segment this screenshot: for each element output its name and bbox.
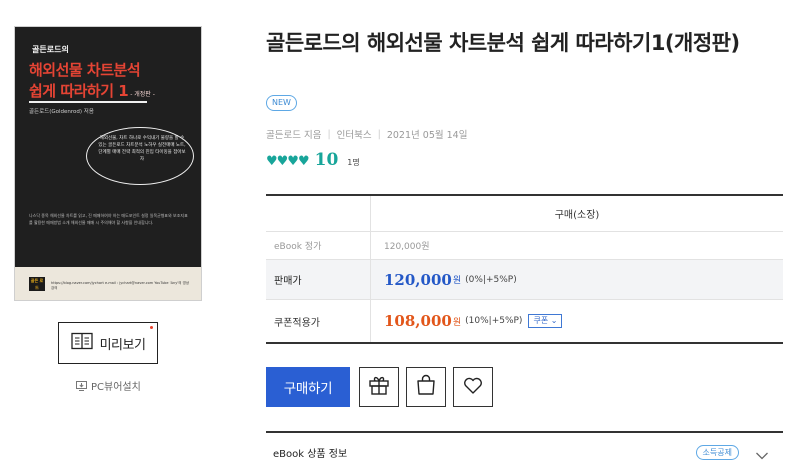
rating-score: 10 xyxy=(314,150,339,170)
publish-date: 2021년 05월 14일 xyxy=(386,130,468,141)
gift-button[interactable] xyxy=(359,367,399,407)
chevron-down-icon xyxy=(755,446,769,465)
ebook-info-label: eBook 상품 정보 xyxy=(273,449,348,460)
ebook-price-value: 120,000원 xyxy=(370,232,783,259)
coupon-button[interactable]: 쿠폰 ⌄ xyxy=(528,314,563,328)
coupon-price-value: 108,000 xyxy=(384,312,452,330)
cover-series-label: 골든로드의 xyxy=(32,45,69,54)
meta-separator: | xyxy=(327,128,331,140)
coupon-price-unit: 원 xyxy=(452,317,462,328)
heart-rating-icons: ♥♥♥♥ xyxy=(266,154,310,169)
chevron-down-icon: ⌄ xyxy=(550,316,558,325)
price-table: 구매(소장) eBook 정가 120,000원 판매가 120,000 원 (… xyxy=(266,194,783,344)
coupon-price-label: 쿠폰적용가 xyxy=(274,317,320,329)
sale-price-row: 판매가 120,000 원 (0%|+5%P) xyxy=(266,260,783,300)
shopping-bag-icon xyxy=(414,373,438,401)
product-meta: 골든로드 지음 | 인터북스 | 2021년 05월 14일 xyxy=(266,127,468,142)
cover-title-line1: 해외선물 차트분석 xyxy=(29,61,141,79)
gift-icon xyxy=(367,373,391,401)
cover-underline xyxy=(29,101,147,103)
cover-bubble-text: 해외선물, 차트 하나로 수익내기 물량을 할 수 있는 골든로드 차트분석 노… xyxy=(98,136,186,162)
wishlist-button[interactable] xyxy=(453,367,493,407)
review-count: 1명 xyxy=(347,158,360,167)
new-badge: NEW xyxy=(266,95,297,111)
pc-viewer-install-link[interactable]: PC뷰어설치 xyxy=(76,376,141,395)
cart-button[interactable] xyxy=(406,367,446,407)
cover-logo: 골든 로드 xyxy=(29,277,45,291)
author-link[interactable]: 골든로드 지음 xyxy=(266,127,321,141)
price-table-header: 구매(소장) xyxy=(266,196,783,232)
cover-body-text: 나스닥 종목 해외선물 차트를 읽고, 진 매매하여야 하는 매도포인트 설정 … xyxy=(29,213,188,225)
product-title: 골든로드의 해외선물 차트분석 쉽게 따라하기1(개정판) xyxy=(266,31,740,55)
header-empty-cell xyxy=(266,196,370,231)
sale-price-label: 판매가 xyxy=(274,276,302,287)
rating[interactable]: ♥♥♥♥ 10 1명 xyxy=(266,150,360,170)
meta-separator: | xyxy=(377,128,381,140)
ebook-price-label: eBook 정가 xyxy=(274,242,322,252)
coupon-price-row: 쿠폰적용가 108,000 원 (10%|+5%P) 쿠폰 ⌄ xyxy=(266,300,783,344)
preview-button[interactable]: 미리보기 xyxy=(58,322,158,364)
ebook-info-toggle[interactable]: eBook 상품 정보 소득공제 xyxy=(266,431,783,472)
coupon-button-label: 쿠폰 xyxy=(533,316,549,325)
coupon-price-cell: 108,000 원 (10%|+5%P) 쿠폰 ⌄ xyxy=(370,300,783,342)
book-open-icon xyxy=(70,332,93,354)
buy-button[interactable]: 구매하기 xyxy=(266,367,350,407)
cover-author: 골든로드(Goldenrod) 저음 xyxy=(29,109,94,115)
cover-contact-text: https://blog.naver.com/jychart e-mail : … xyxy=(51,281,190,290)
sale-price-cell: 120,000 원 (0%|+5%P) xyxy=(370,260,783,299)
sale-price-unit: 원 xyxy=(452,276,462,286)
publisher-link[interactable]: 인터북스 xyxy=(337,127,372,141)
preview-button-label: 미리보기 xyxy=(99,337,146,353)
pc-viewer-label: PC뷰어설치 xyxy=(91,382,141,393)
cover-title-line2: 쉽게 따라하기 1- 개정판 - xyxy=(29,82,155,100)
ebook-price-row: eBook 정가 120,000원 xyxy=(266,232,783,260)
book-cover[interactable]: 골든로드의 해외선물 차트분석 쉽게 따라하기 1- 개정판 - 골든로드(Go… xyxy=(15,27,201,300)
purchase-column-header: 구매(소장) xyxy=(370,196,783,231)
heart-icon xyxy=(461,373,485,401)
sale-price-value: 120,000 xyxy=(384,270,452,289)
sale-discount-info: (0%|+5%P) xyxy=(465,274,517,285)
tax-deduction-badge: 소득공제 xyxy=(695,445,739,460)
monitor-download-icon xyxy=(76,376,87,395)
coupon-discount-info: (10%|+5%P) xyxy=(465,316,523,326)
new-dot-indicator xyxy=(150,326,153,329)
